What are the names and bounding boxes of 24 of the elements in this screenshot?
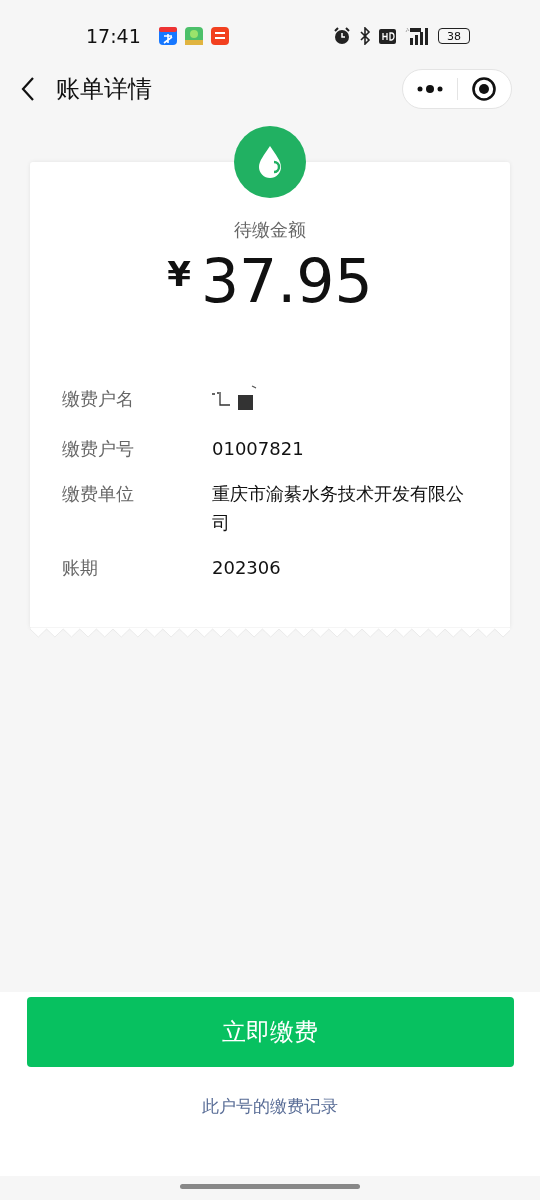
payment-history-link[interactable]: 此户号的缴费记录 — [202, 1095, 338, 1118]
close-mini-program-icon[interactable] — [471, 76, 498, 102]
app-icon — [210, 27, 229, 45]
field-label: 缴费户名 — [62, 387, 135, 411]
amount-value: 37.95 — [200, 248, 373, 314]
more-icon[interactable] — [416, 85, 443, 93]
battery-icon: 38 — [438, 28, 470, 44]
clock: 17:41 — [86, 25, 141, 47]
app-icon — [158, 27, 177, 45]
hd-icon — [379, 28, 396, 44]
field-value: 01007821 — [212, 437, 305, 461]
field-label: 缴费户号 — [62, 437, 135, 461]
signal-icon — [404, 27, 430, 45]
field-value: 重庆市渝綦水务技术开发有限公司 — [212, 482, 465, 535]
alarm-icon — [333, 27, 351, 45]
currency-symbol: ¥ — [167, 254, 191, 294]
app-icon — [184, 27, 203, 45]
field-label: 缴费单位 — [62, 482, 135, 506]
back-button[interactable] — [20, 76, 36, 102]
amount-label: 待缴金额 — [233, 218, 307, 242]
page-title: 账单详情 — [56, 74, 153, 105]
field-value: 202306 — [212, 556, 282, 580]
field-label: 账期 — [62, 556, 99, 580]
bluetooth-icon — [359, 27, 371, 45]
